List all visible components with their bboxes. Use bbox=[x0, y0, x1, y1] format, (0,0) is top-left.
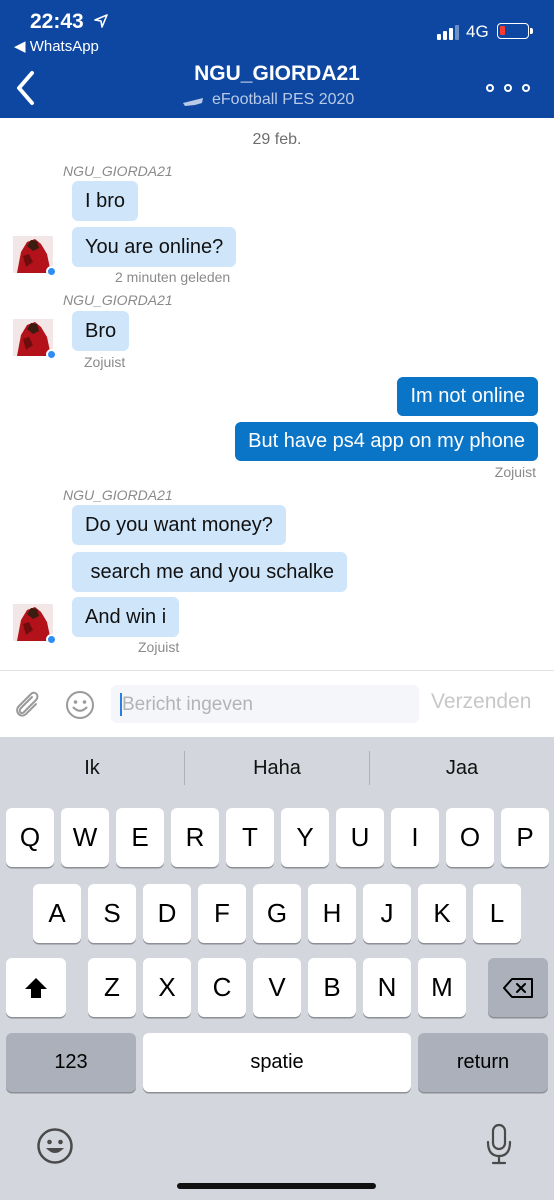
message-timestamp: 2 minuten geleden bbox=[115, 269, 231, 285]
chat-header: 22:43 ◀ WhatsApp 4G NGU_GIORDA21 eFootba… bbox=[0, 0, 554, 118]
key-l[interactable]: L bbox=[473, 884, 521, 943]
sender-name: NGU_GIORDA21 bbox=[63, 163, 173, 179]
key-h[interactable]: H bbox=[308, 884, 356, 943]
key-y[interactable]: Y bbox=[281, 808, 329, 867]
key-g[interactable]: G bbox=[253, 884, 301, 943]
message-timestamp: Zojuist bbox=[494, 464, 536, 480]
key-w[interactable]: W bbox=[61, 808, 109, 867]
key-b[interactable]: B bbox=[308, 958, 356, 1017]
key-d[interactable]: D bbox=[143, 884, 191, 943]
suggestion-1[interactable]: Ik bbox=[0, 757, 184, 780]
sender-name: NGU_GIORDA21 bbox=[63, 292, 173, 308]
avatar[interactable] bbox=[13, 236, 57, 277]
back-to-app-link[interactable]: ◀ WhatsApp bbox=[14, 37, 99, 55]
attach-icon[interactable] bbox=[12, 688, 42, 720]
message-input[interactable]: Bericht ingeven bbox=[111, 685, 419, 723]
key-z[interactable]: Z bbox=[88, 958, 136, 1017]
status-time: 22:43 bbox=[30, 10, 84, 33]
key-e[interactable]: E bbox=[116, 808, 164, 867]
key-m[interactable]: M bbox=[418, 958, 466, 1017]
key-i[interactable]: I bbox=[391, 808, 439, 867]
incoming-message[interactable]: You are online? bbox=[72, 227, 237, 267]
avatar[interactable] bbox=[13, 319, 57, 360]
message-timestamp: Zojuist bbox=[138, 639, 180, 655]
key-f[interactable]: F bbox=[198, 884, 246, 943]
space-key[interactable]: spatie bbox=[143, 1033, 411, 1092]
incoming-message[interactable]: Do you want money? bbox=[72, 505, 286, 545]
send-button[interactable]: Verzenden bbox=[431, 690, 531, 714]
key-k[interactable]: K bbox=[418, 884, 466, 943]
key-a[interactable]: A bbox=[33, 884, 81, 943]
chat-subtitle: eFootball PES 2020 bbox=[212, 91, 355, 108]
key-t[interactable]: T bbox=[226, 808, 274, 867]
battery-icon bbox=[497, 23, 533, 39]
key-q[interactable]: Q bbox=[6, 808, 54, 867]
shift-key[interactable] bbox=[6, 958, 66, 1017]
incoming-message[interactable]: And win i bbox=[72, 597, 180, 637]
home-indicator[interactable] bbox=[177, 1183, 376, 1189]
backspace-icon bbox=[503, 977, 533, 998]
shift-icon bbox=[25, 977, 47, 998]
suggestion-2[interactable]: Haha bbox=[185, 757, 369, 780]
key-u[interactable]: U bbox=[336, 808, 384, 867]
return-key[interactable]: return bbox=[418, 1033, 548, 1092]
incoming-message[interactable]: I bro bbox=[72, 181, 139, 221]
incoming-message[interactable]: Bro bbox=[72, 311, 130, 351]
key-c[interactable]: C bbox=[198, 958, 246, 1017]
key-s[interactable]: S bbox=[88, 884, 136, 943]
date-separator: 29 feb. bbox=[252, 131, 302, 148]
location-arrow-icon bbox=[94, 14, 108, 28]
key-r[interactable]: R bbox=[171, 808, 219, 867]
message-timestamp: Zojuist bbox=[84, 354, 126, 370]
more-icon[interactable] bbox=[486, 80, 530, 96]
key-o[interactable]: O bbox=[446, 808, 494, 867]
sender-name: NGU_GIORDA21 bbox=[63, 487, 173, 503]
signal-icon bbox=[437, 22, 463, 40]
emoji-icon[interactable] bbox=[65, 690, 95, 720]
key-x[interactable]: X bbox=[143, 958, 191, 1017]
key-n[interactable]: N bbox=[363, 958, 411, 1017]
network-label: 4G bbox=[466, 22, 489, 41]
avatar[interactable] bbox=[13, 604, 57, 645]
suggestion-3[interactable]: Jaa bbox=[370, 757, 554, 780]
emoji-keyboard-icon[interactable] bbox=[36, 1127, 74, 1165]
on-screen-keyboard: Ik Haha Jaa Q W E R T Y U I O P A S D F … bbox=[0, 737, 554, 1200]
key-v[interactable]: V bbox=[253, 958, 301, 1017]
outgoing-message[interactable]: But have ps4 app on my phone bbox=[235, 422, 538, 461]
microphone-icon[interactable] bbox=[485, 1123, 513, 1165]
composer-bar: Bericht ingeven Verzenden bbox=[0, 670, 554, 737]
backspace-key[interactable] bbox=[488, 958, 548, 1017]
chat-title: NGU_GIORDA21 bbox=[194, 62, 360, 85]
numbers-key[interactable]: 123 bbox=[6, 1033, 136, 1092]
key-j[interactable]: J bbox=[363, 884, 411, 943]
outgoing-message[interactable]: Im not online bbox=[397, 377, 538, 416]
message-list[interactable]: 29 feb. NGU_GIORDA21 I bro You are onlin… bbox=[0, 118, 554, 670]
incoming-message[interactable]: search me and you schalke bbox=[72, 552, 348, 592]
key-p[interactable]: P bbox=[501, 808, 549, 867]
message-input-placeholder: Bericht ingeven bbox=[122, 694, 253, 715]
